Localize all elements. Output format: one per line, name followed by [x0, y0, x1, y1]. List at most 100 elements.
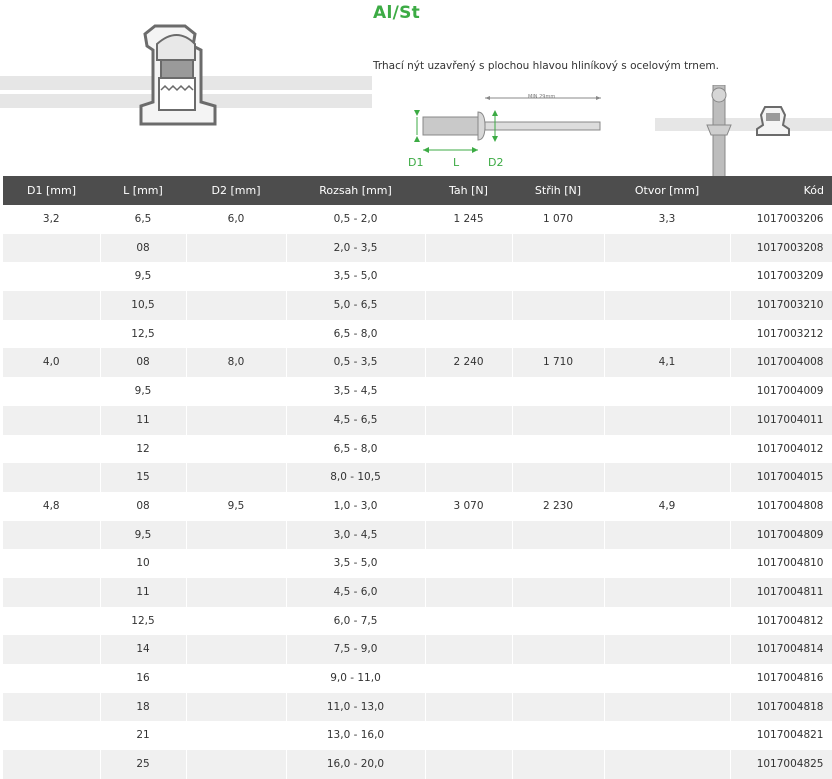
- table-cell-tah: [425, 405, 513, 435]
- table-row: 12,5 6,0 - 7,5 1017004812: [3, 606, 832, 636]
- table-cell-d1: [3, 750, 101, 779]
- table-cell-d1: [3, 434, 101, 464]
- table-cell-strih: [512, 635, 605, 664]
- table-cell-rozsah: 5,0 - 6,5: [286, 291, 426, 320]
- table-cell-d1: [3, 664, 101, 693]
- table-cell-tah: [425, 262, 513, 292]
- table-cell-otvor: [604, 750, 731, 779]
- table-row: 11 4,5 - 6,0 1017004811: [3, 577, 832, 607]
- table-cell-otvor: [604, 635, 731, 664]
- column-header-otvor: Otvor [mm]: [604, 176, 730, 205]
- table-cell-d2: [186, 750, 287, 779]
- table-cell-tah: [425, 750, 513, 779]
- table-cell-otvor: [604, 291, 731, 320]
- table-cell-otvor: [604, 463, 731, 492]
- table-cell-l: 10,5: [100, 291, 187, 320]
- table-row: 16 9,0 - 11,0 1017004816: [3, 664, 832, 693]
- product-description: Trhací nýt uzavřený s plochou hlavou hli…: [373, 60, 719, 72]
- table-cell-d2: [186, 291, 287, 320]
- table-cell-l: 08: [100, 491, 187, 521]
- table-cell-strih: [512, 319, 605, 349]
- table-cell-l: 11: [100, 577, 187, 607]
- table-cell-tah: [425, 635, 513, 664]
- table-cell-otvor: [604, 262, 731, 292]
- table-cell-l: 12,5: [100, 319, 187, 349]
- table-cell-kod: 1017003209: [730, 262, 832, 292]
- table-cell-kod: 1017004810: [730, 549, 832, 578]
- table-cell-l: 25: [100, 750, 187, 779]
- table-row: 4,0 08 8,0 0,5 - 3,5 2 240 1 710 4,1 1017004008: [3, 348, 832, 378]
- table-cell-strih: [512, 721, 605, 751]
- table-cell-l: 6,5: [100, 205, 187, 234]
- table-cell-rozsah: 6,5 - 8,0: [286, 434, 426, 464]
- product-title: Al/St: [373, 3, 421, 23]
- column-header-d2: D2 [mm]: [186, 176, 286, 205]
- table-cell-tah: [425, 463, 513, 492]
- table-row: 10,5 5,0 - 6,5 1017003210: [3, 291, 832, 320]
- table-cell-kod: 1017004821: [730, 721, 832, 751]
- table-cell-otvor: 4,1: [604, 348, 731, 378]
- dim-label-d1: D1: [408, 156, 424, 169]
- table-cell-otvor: [604, 405, 731, 435]
- table-cell-tah: 2 240: [425, 348, 513, 378]
- column-header-l: L [mm]: [100, 176, 186, 205]
- table-cell-d2: [186, 405, 287, 435]
- table-cell-rozsah: 3,5 - 4,5: [286, 377, 426, 406]
- rivet-installation-image: [706, 85, 790, 177]
- table-cell-strih: 1 070: [512, 205, 605, 234]
- table-cell-l: 08: [100, 233, 187, 263]
- table-cell-l: 15: [100, 463, 187, 492]
- table-row: 12 6,5 - 8,0 1017004012: [3, 434, 832, 464]
- table-cell-tah: [425, 377, 513, 406]
- table-cell-otvor: 4,9: [604, 491, 731, 521]
- table-cell-kod: 1017004825: [730, 750, 832, 779]
- table-cell-strih: [512, 520, 605, 550]
- table-row: 3,2 6,5 6,0 0,5 - 2,0 1 245 1 070 3,3 101700320…: [3, 205, 832, 234]
- table-row: 15 8,0 - 10,5 1017004015: [3, 463, 832, 492]
- table-cell-l: 12,5: [100, 606, 187, 636]
- table-cell-d1: [3, 233, 101, 263]
- table-cell-d1: [3, 549, 101, 578]
- table-cell-rozsah: 3,5 - 5,0: [286, 549, 426, 578]
- table-cell-tah: [425, 233, 513, 263]
- table-cell-d2: [186, 262, 287, 292]
- table-cell-rozsah: 3,5 - 5,0: [286, 262, 426, 292]
- table-header-row: D1 [mm] L [mm] D2 [mm] Rozsah [mm] Tah […: [3, 176, 832, 205]
- table-cell-strih: [512, 664, 605, 693]
- table-cell-otvor: 3,3: [604, 205, 731, 234]
- table-cell-d1: [3, 262, 101, 292]
- table-cell-d2: 6,0: [186, 205, 287, 234]
- table-cell-strih: [512, 606, 605, 636]
- table-cell-otvor: [604, 434, 731, 464]
- table-cell-l: 10: [100, 549, 187, 578]
- table-cell-kod: 1017003212: [730, 319, 832, 349]
- table-cell-kod: 1017004812: [730, 606, 832, 636]
- table-cell-strih: [512, 463, 605, 492]
- table-cell-otvor: [604, 721, 731, 751]
- table-cell-d2: [186, 434, 287, 464]
- table-cell-d1: [3, 291, 101, 320]
- table-cell-d2: [186, 635, 287, 664]
- table-cell-d2: [186, 721, 287, 751]
- table-row: 10 3,5 - 5,0 1017004810: [3, 549, 832, 578]
- table-cell-tah: [425, 434, 513, 464]
- table-cell-tah: [425, 520, 513, 550]
- table-cell-rozsah: 11,0 - 13,0: [286, 692, 426, 722]
- column-header-kod: Kód: [730, 176, 832, 205]
- table-cell-rozsah: 2,0 - 3,5: [286, 233, 426, 263]
- table-cell-otvor: [604, 520, 731, 550]
- table-row: 21 13,0 - 16,0 1017004821: [3, 721, 832, 751]
- table-body: 3,2 6,5 6,0 0,5 - 2,0 1 245 1 070 3,3 101700320…: [3, 205, 832, 779]
- table-cell-otvor: [604, 377, 731, 406]
- table-row: 18 11,0 - 13,0 1017004818: [3, 692, 832, 722]
- table-row: 25 16,0 - 20,0 1017004825: [3, 750, 832, 779]
- table-cell-kod: 1017004816: [730, 664, 832, 693]
- table-cell-kod: 1017003210: [730, 291, 832, 320]
- table-cell-d1: [3, 692, 101, 722]
- table-cell-strih: 2 230: [512, 491, 605, 521]
- table-cell-kod: 1017004818: [730, 692, 832, 722]
- table-cell-d2: [186, 606, 287, 636]
- table-cell-rozsah: 3,0 - 4,5: [286, 520, 426, 550]
- table-cell-d1: [3, 520, 101, 550]
- table-cell-tah: [425, 692, 513, 722]
